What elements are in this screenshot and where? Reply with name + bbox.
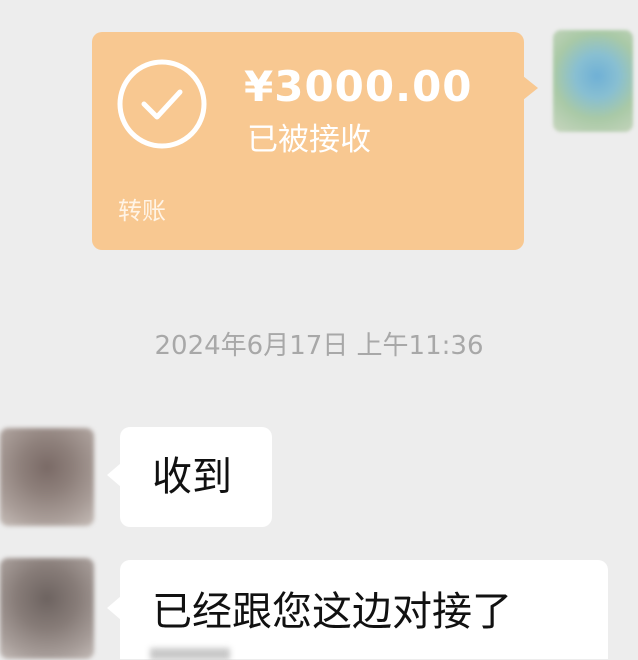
transfer-amount: ¥3000.00 [244, 62, 473, 111]
message-bubble[interactable]: 收到 [107, 427, 272, 527]
bubble-tail [107, 463, 121, 487]
bubble-tail [107, 596, 121, 620]
message-text: 收到 [152, 454, 232, 500]
contact-avatar[interactable] [0, 428, 94, 526]
chat-timestamp: 2024年6月17日 上午11:36 [154, 331, 484, 361]
transfer-status: 已被接收 [247, 122, 371, 158]
transfer-label: 转账 [118, 197, 166, 225]
transfer-card[interactable]: ¥3000.00 已被接收 转账 [92, 32, 538, 250]
check-circle-icon [117, 59, 207, 149]
message-text: 已经跟您这边对接了 [152, 589, 512, 635]
contact-avatar[interactable] [0, 558, 94, 659]
my-avatar[interactable] [553, 30, 633, 132]
bubble-tail [523, 76, 538, 100]
message-bubble[interactable]: 已经跟您这边对接了 [107, 560, 608, 659]
blurred-content [150, 648, 230, 660]
